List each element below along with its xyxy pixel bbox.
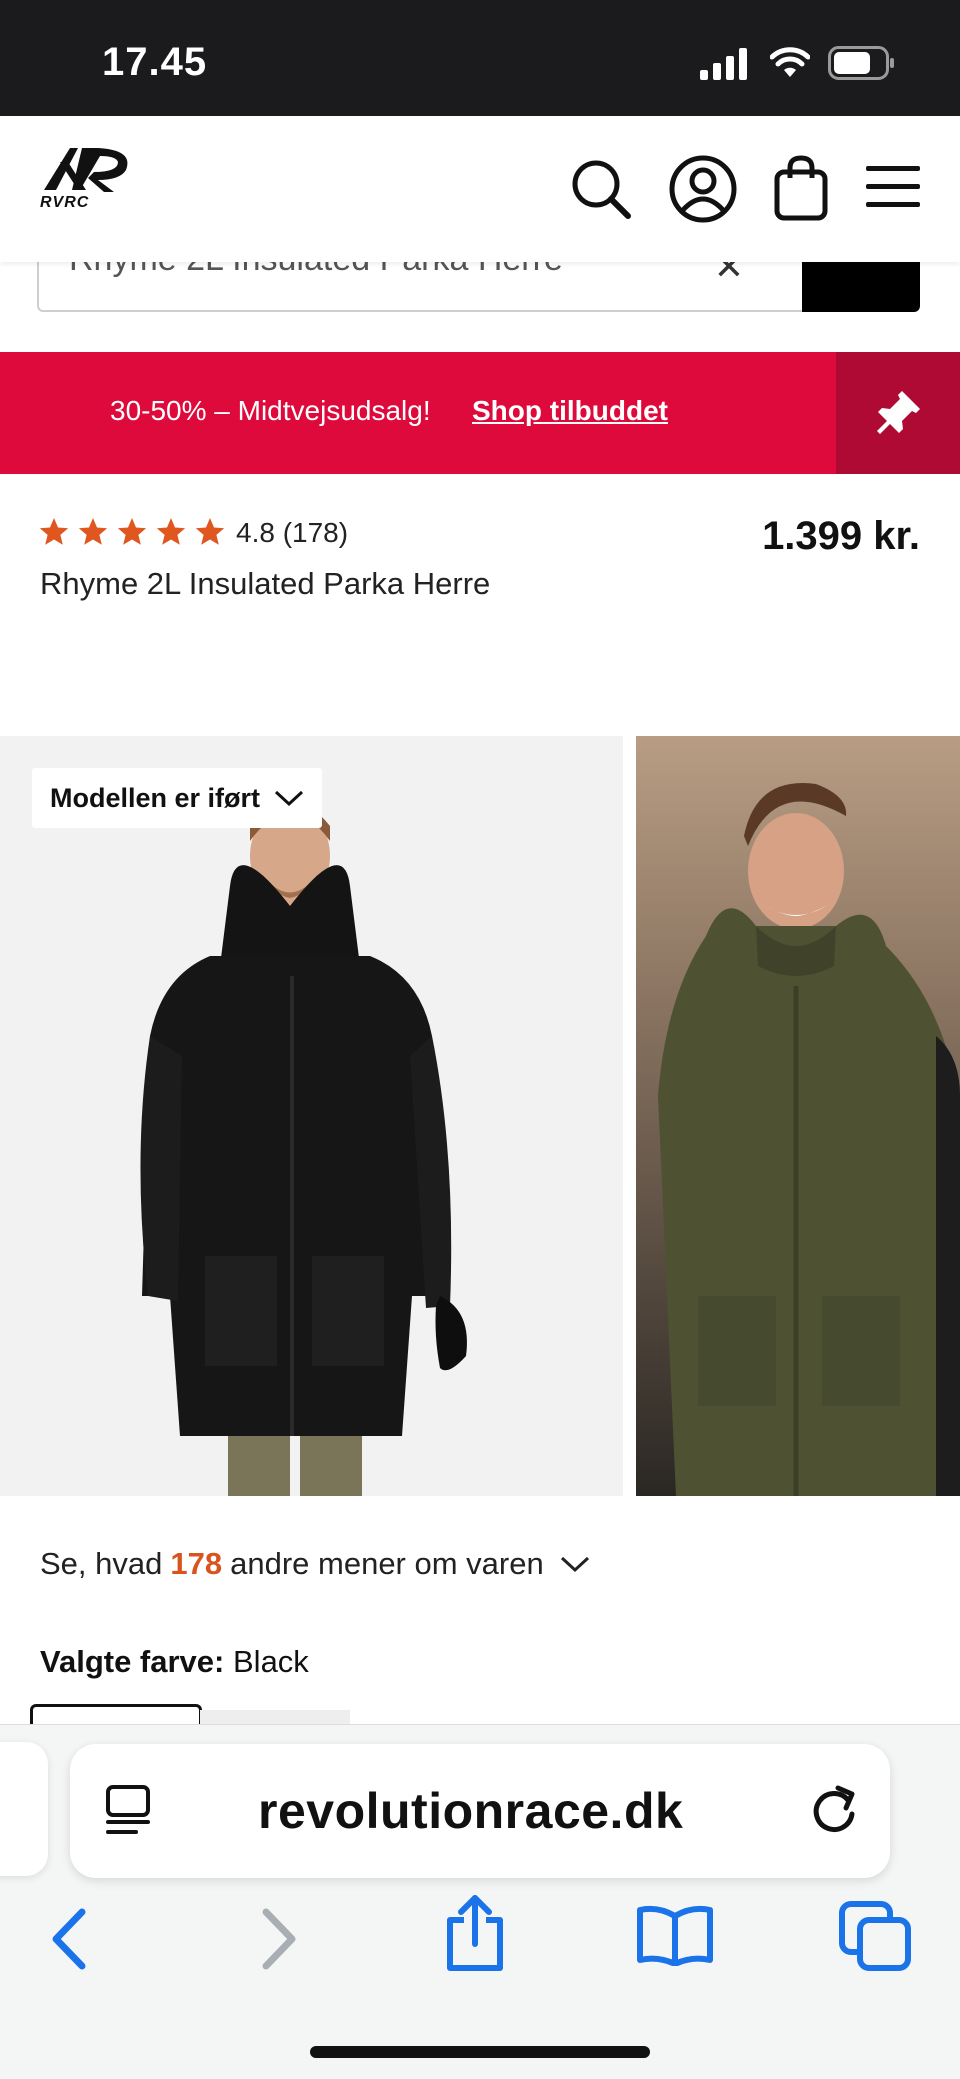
reviews-suffix: andre mener om varen	[230, 1546, 544, 1581]
search-input[interactable]: Rhyme 2L Insulated Parka Herre ✕	[37, 262, 806, 312]
reload-icon[interactable]	[808, 1782, 860, 1838]
status-time: 17.45	[102, 40, 208, 84]
share-icon[interactable]	[442, 1892, 508, 1974]
promo-text: 30-50% – Midtvejsudsalg!	[110, 395, 431, 426]
clear-search-icon[interactable]: ✕	[714, 262, 744, 288]
site-header: RVRC	[0, 116, 960, 262]
color-swatch[interactable]	[200, 1710, 350, 1724]
wifi-icon	[770, 47, 810, 77]
chevron-down-icon	[274, 790, 304, 807]
forward-icon[interactable]	[256, 1908, 300, 1970]
star-icon	[78, 518, 108, 545]
tabs-icon[interactable]	[838, 1900, 912, 1972]
menu-icon[interactable]	[866, 166, 920, 208]
star-icon	[39, 518, 69, 545]
back-icon[interactable]	[48, 1908, 92, 1970]
rating-summary[interactable]: 4.8 (178)	[236, 517, 348, 549]
pin-banner-button[interactable]	[836, 352, 960, 474]
model-wearing-label: Modellen er iført	[50, 782, 261, 813]
rating-stars	[38, 516, 226, 548]
search-submit-button[interactable]	[802, 262, 920, 312]
home-indicator[interactable]	[310, 2046, 650, 2058]
search-input-value: Rhyme 2L Insulated Parka Herre	[69, 262, 563, 279]
promo-banner: 30-50% – Midtvejsudsalg! Shop tilbuddet	[0, 352, 960, 474]
bag-icon[interactable]	[774, 154, 828, 222]
bookmarks-icon[interactable]	[636, 1904, 714, 1966]
account-icon[interactable]	[668, 154, 738, 224]
product-image-main[interactable]	[0, 736, 623, 1496]
chevron-down-icon	[560, 1556, 589, 1573]
model-green-parka-image	[636, 736, 960, 1496]
brand-logo[interactable]: RVRC	[38, 140, 138, 211]
pin-icon	[877, 391, 920, 434]
selected-color: Valgte farve: Black	[40, 1644, 309, 1680]
reviews-toggle[interactable]: Se, hvad 178 andre mener om varen	[40, 1546, 590, 1582]
product-price: 1.399 kr.	[762, 514, 920, 558]
model-black-parka-image	[0, 736, 623, 1496]
reader-mode-icon[interactable]	[104, 1784, 156, 1838]
promo-link[interactable]: Shop tilbuddet	[472, 395, 668, 427]
logo-text: RVRC	[40, 194, 90, 211]
status-bar: 17.45	[0, 0, 960, 116]
previous-tab-preview[interactable]	[0, 1742, 48, 1876]
reviews-prefix: Se, hvad	[40, 1546, 163, 1581]
selected-color-label: Valgte farve:	[40, 1644, 225, 1679]
star-icon	[156, 518, 186, 545]
signal-icon	[700, 48, 747, 80]
search-icon[interactable]	[570, 158, 632, 220]
selected-color-value: Black	[233, 1644, 309, 1679]
product-image-secondary[interactable]	[636, 736, 960, 1496]
battery-icon	[828, 46, 894, 80]
address-bar-url: revolutionrace.dk	[258, 1783, 684, 1839]
star-icon	[117, 518, 147, 545]
star-icon	[195, 518, 225, 545]
product-title: Rhyme 2L Insulated Parka Herre	[40, 566, 491, 601]
reviews-count: 178	[170, 1546, 223, 1581]
model-wearing-dropdown[interactable]: Modellen er iført	[32, 768, 323, 828]
